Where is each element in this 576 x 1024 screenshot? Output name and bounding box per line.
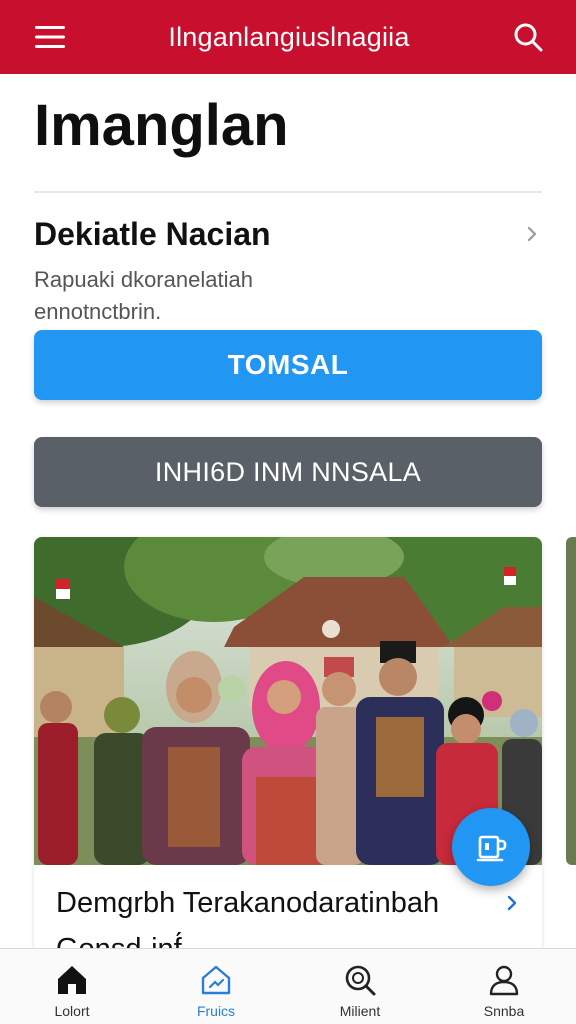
chevron-right-icon xyxy=(507,895,517,911)
secondary-button[interactable]: INHI6D INM NNSALA xyxy=(34,437,542,507)
nav-label: Fruics xyxy=(196,1003,236,1019)
section-heading: Dekiatle Nacian xyxy=(34,216,271,252)
section-row[interactable]: Dekiatle Nacian Rapuaki dkoranelatiah en… xyxy=(34,210,542,324)
nav-label: Snnba xyxy=(483,1003,525,1019)
app-title: Ilnganlangiuslnagiia xyxy=(168,21,410,52)
primary-button[interactable]: TOMSAL xyxy=(34,330,542,400)
search-icon[interactable] xyxy=(510,19,546,55)
divider xyxy=(34,191,542,193)
search-icon xyxy=(345,965,376,996)
nav-item-house[interactable]: Fruics xyxy=(144,949,288,1024)
floating-action-button[interactable] xyxy=(452,808,530,886)
nav-label: Milient xyxy=(339,1003,381,1019)
page-title: Imanglan xyxy=(34,93,289,158)
card-caption: Demgrbh Terakanodaratinbah xyxy=(56,887,440,919)
image-card[interactable]: Demgrbh Terakanodaratinbah Gonsd·inf́ xyxy=(34,537,542,957)
house-outline-icon xyxy=(201,965,231,995)
person-icon xyxy=(489,965,519,996)
nav-label: Lolort xyxy=(54,1003,90,1019)
nav-item-search[interactable]: Milient xyxy=(288,949,432,1024)
app-bar: Ilnganlangiuslnagiia xyxy=(0,0,576,74)
bottom-navigation: Lolort Fruics Milient Snnba xyxy=(0,948,576,1024)
home-icon xyxy=(58,966,86,994)
section-description: Rapuaki dkoranelatiah ennotnctbrin. xyxy=(34,267,253,324)
nav-item-home[interactable]: Lolort xyxy=(0,949,144,1024)
next-card-peek[interactable] xyxy=(566,537,576,865)
cup-icon xyxy=(476,835,507,862)
chevron-right-icon xyxy=(527,226,537,242)
hamburger-menu-icon[interactable] xyxy=(32,19,68,55)
nav-item-profile[interactable]: Snnba xyxy=(432,949,576,1024)
